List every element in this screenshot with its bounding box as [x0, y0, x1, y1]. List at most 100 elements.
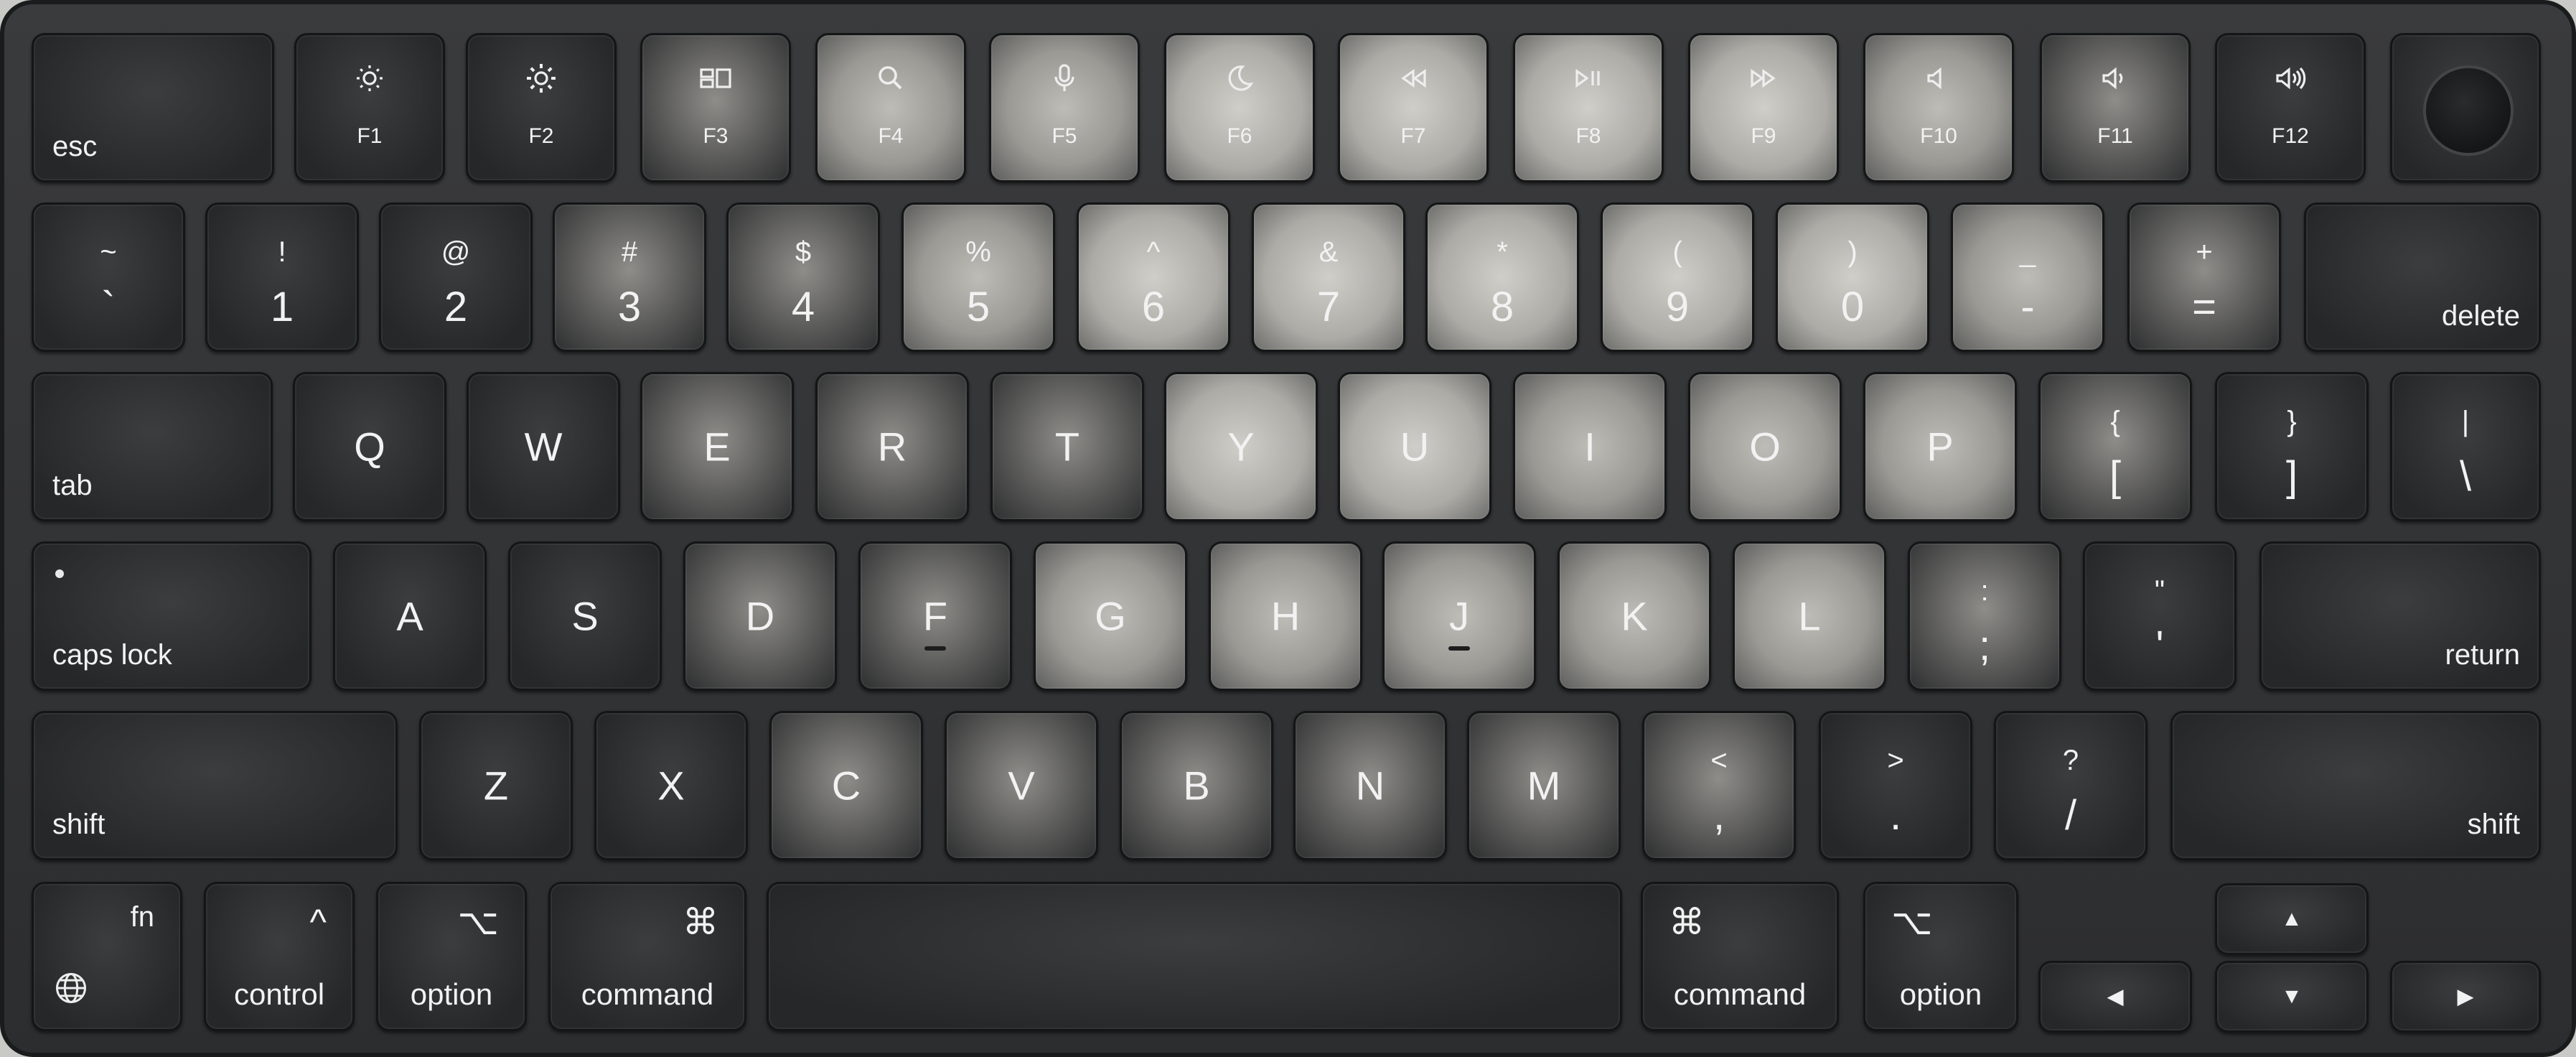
- key-backtick[interactable]: ~ `: [32, 202, 185, 352]
- f2-key[interactable]: F2: [466, 33, 617, 182]
- key-v[interactable]: V: [945, 711, 1098, 860]
- key-8[interactable]: * 8: [1425, 202, 1579, 352]
- caps-lock-key[interactable]: caps lock: [32, 541, 312, 691]
- keyboard: esc F1 F2 F3 F4 F5 F6 F7 F8 F9 F10 F11 F…: [0, 0, 2576, 1057]
- key-letter: B: [1183, 763, 1210, 809]
- esc-label: esc: [52, 131, 98, 162]
- key-7[interactable]: & 7: [1252, 202, 1405, 352]
- right-option-key[interactable]: ⌥ option: [1863, 882, 2018, 1031]
- key-a[interactable]: A: [333, 541, 487, 691]
- key-shift-symbol: @: [441, 236, 471, 269]
- key-letter: C: [831, 763, 861, 809]
- left-command-key[interactable]: ⌘ command: [548, 882, 746, 1031]
- key-q[interactable]: Q: [293, 372, 446, 521]
- key-period[interactable]: > .: [1819, 711, 1972, 860]
- f1-key[interactable]: F1: [294, 33, 445, 182]
- key-4[interactable]: $ 4: [726, 202, 880, 352]
- right-command-key[interactable]: ⌘ command: [1641, 882, 1839, 1031]
- key-base-symbol: 6: [1141, 284, 1166, 331]
- arrow-right-key[interactable]: ▶: [2390, 961, 2541, 1033]
- control-key[interactable]: ^ control: [204, 882, 355, 1031]
- key-u[interactable]: U: [1338, 372, 1491, 521]
- key-base-symbol: =: [2192, 284, 2216, 331]
- key-r[interactable]: R: [815, 372, 969, 521]
- key-letter: E: [703, 424, 731, 470]
- key-semicolon[interactable]: : ;: [1908, 541, 2061, 691]
- key-base-symbol: 9: [1665, 284, 1690, 331]
- key-comma[interactable]: < ,: [1642, 711, 1796, 860]
- f10-key[interactable]: F10: [1863, 33, 2014, 182]
- key-b[interactable]: B: [1120, 711, 1273, 860]
- key-l[interactable]: L: [1733, 541, 1886, 691]
- key-base-symbol: 1: [270, 284, 294, 331]
- key-letter: S: [571, 593, 599, 639]
- key-d[interactable]: D: [683, 541, 837, 691]
- key-f[interactable]: F: [858, 541, 1012, 691]
- key-minus[interactable]: _ -: [1951, 202, 2104, 352]
- f8-key[interactable]: F8: [1513, 33, 1664, 182]
- key-5[interactable]: % 5: [901, 202, 1055, 352]
- key-g[interactable]: G: [1034, 541, 1187, 691]
- key-n[interactable]: N: [1293, 711, 1447, 860]
- key-backslash[interactable]: | \: [2390, 372, 2541, 521]
- key-slash[interactable]: ? /: [1994, 711, 2148, 860]
- touch-id-key[interactable]: [2390, 33, 2541, 182]
- key-base-symbol: 3: [617, 284, 642, 331]
- spacebar[interactable]: [767, 882, 1622, 1031]
- key-equals[interactable]: + =: [2127, 202, 2281, 352]
- f3-key[interactable]: F3: [640, 33, 791, 182]
- key-e[interactable]: E: [640, 372, 794, 521]
- arrow-left-key[interactable]: ◀: [2038, 961, 2192, 1033]
- f4-key[interactable]: F4: [815, 33, 966, 182]
- f5-key[interactable]: F5: [989, 33, 1140, 182]
- key-open-bracket[interactable]: { [: [2038, 372, 2192, 521]
- key-w[interactable]: W: [467, 372, 620, 521]
- key-letter: G: [1095, 593, 1126, 639]
- f9-key[interactable]: F9: [1688, 33, 1839, 182]
- left-shift-key[interactable]: shift: [32, 711, 398, 860]
- delete-key[interactable]: delete: [2304, 202, 2541, 352]
- key-1[interactable]: ! 1: [205, 202, 359, 352]
- key-p[interactable]: P: [1863, 372, 2017, 521]
- command-label: command: [581, 977, 714, 1011]
- key-shift-symbol: ?: [2062, 745, 2079, 777]
- key-quote[interactable]: " ': [2083, 541, 2237, 691]
- key-o[interactable]: O: [1688, 372, 1842, 521]
- arrow-down-key[interactable]: ▼: [2215, 961, 2369, 1033]
- delete-label: delete: [2442, 300, 2520, 332]
- key-base-symbol: ;: [1978, 623, 1991, 670]
- f6-key[interactable]: F6: [1164, 33, 1315, 182]
- key-shift-symbol: (: [1672, 236, 1682, 269]
- return-key[interactable]: return: [2259, 541, 2541, 691]
- right-shift-key[interactable]: shift: [2170, 711, 2541, 860]
- f11-key[interactable]: F11: [2040, 33, 2191, 182]
- esc-key[interactable]: esc: [32, 33, 274, 182]
- key-t[interactable]: T: [990, 372, 1144, 521]
- key-j[interactable]: J: [1382, 541, 1536, 691]
- key-y[interactable]: Y: [1164, 372, 1318, 521]
- key-3[interactable]: # 3: [553, 202, 706, 352]
- key-x[interactable]: X: [594, 711, 748, 860]
- arrow-right-icon: ▶: [2457, 984, 2474, 1009]
- key-k[interactable]: K: [1558, 541, 1711, 691]
- f12-key[interactable]: F12: [2215, 33, 2366, 182]
- key-i[interactable]: I: [1513, 372, 1667, 521]
- key-c[interactable]: C: [769, 711, 923, 860]
- left-option-key[interactable]: ⌥ option: [376, 882, 527, 1031]
- key-z[interactable]: Z: [419, 711, 573, 860]
- key-s[interactable]: S: [508, 541, 662, 691]
- fn-key[interactable]: fn: [32, 882, 182, 1031]
- f7-key[interactable]: F7: [1338, 33, 1489, 182]
- arrow-up-key[interactable]: ▲: [2215, 883, 2369, 955]
- key-2[interactable]: @ 2: [379, 202, 533, 352]
- key-close-bracket[interactable]: } ]: [2215, 372, 2369, 521]
- key-m[interactable]: M: [1467, 711, 1621, 860]
- key-9[interactable]: ( 9: [1601, 202, 1754, 352]
- key-letter: J: [1449, 593, 1469, 639]
- key-0[interactable]: ) 0: [1776, 202, 1929, 352]
- option-symbol-icon: ⌥: [457, 902, 499, 942]
- tab-key[interactable]: tab: [32, 372, 273, 521]
- key-6[interactable]: ^ 6: [1077, 202, 1230, 352]
- key-shift-symbol: *: [1497, 236, 1508, 269]
- key-h[interactable]: H: [1209, 541, 1362, 691]
